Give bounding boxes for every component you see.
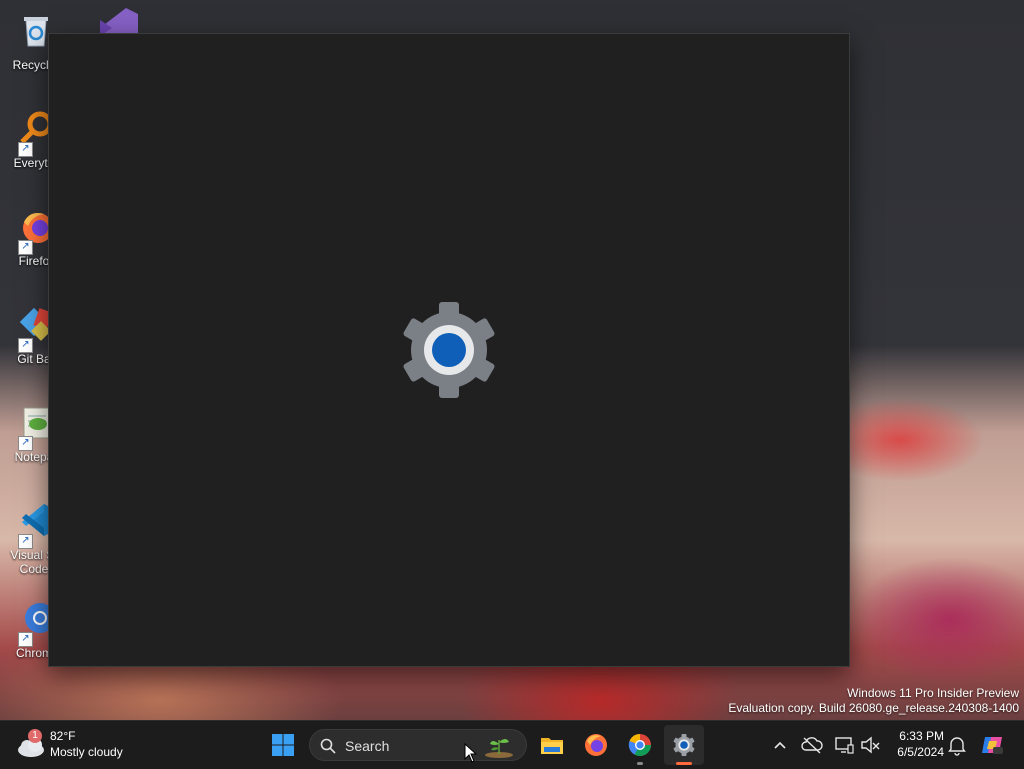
mouse-pointer-icon (464, 743, 478, 763)
settings-window-loading[interactable] (48, 33, 850, 667)
folder-icon (541, 738, 563, 754)
copilot-icon[interactable] (980, 733, 1004, 757)
weather-temperature: 82°F (50, 729, 76, 743)
windows-watermark: Windows 11 Pro Insider Preview Evaluatio… (728, 686, 1019, 716)
shortcut-arrow-icon: ↗ (18, 436, 33, 451)
taskbar-settings[interactable] (664, 725, 704, 765)
weather-condition: Mostly cloudy (50, 745, 123, 759)
search-placeholder: Search (345, 738, 390, 754)
weather-alert-badge: 1 (28, 729, 42, 743)
windows-logo-icon (272, 734, 294, 756)
notification-bell-icon[interactable] (945, 733, 969, 757)
taskbar-clock[interactable]: 6:33 PM 6/5/2024 (880, 728, 944, 760)
weather-widget[interactable]: 1 82°F Mostly cloudy (16, 727, 156, 763)
running-indicator (637, 762, 643, 765)
shortcut-arrow-icon: ↗ (18, 632, 33, 647)
shortcut-arrow-icon: ↗ (18, 534, 33, 549)
network-icon[interactable] (832, 733, 856, 757)
taskbar: 1 82°F Mostly cloudy Search 6:33 PM 6/5/… (0, 720, 1024, 769)
volume-mute-icon[interactable] (858, 733, 882, 757)
taskbar-chromium[interactable] (620, 725, 660, 765)
chevron-up-icon[interactable] (768, 733, 792, 757)
taskbar-file-explorer[interactable] (532, 725, 572, 765)
settings-gear-icon (673, 734, 695, 756)
taskbar-firefox[interactable] (576, 725, 616, 765)
taskbar-search-box[interactable]: Search (309, 729, 527, 761)
search-highlight-plant-icon (485, 739, 513, 758)
search-icon (320, 738, 336, 754)
watermark-edition: Windows 11 Pro Insider Preview (847, 686, 1019, 700)
cloud-offline-icon[interactable] (800, 733, 824, 757)
clock-time: 6:33 PM (899, 729, 944, 743)
chromium-icon (628, 733, 651, 756)
firefox-icon (585, 734, 607, 756)
shortcut-arrow-icon: ↗ (18, 338, 33, 353)
watermark-build: Evaluation copy. Build 26080.ge_release.… (728, 701, 1019, 715)
desktop: Recycle ↗ Everyth ↗ Firefo ↗ Git Ba ↗ No… (0, 0, 1024, 720)
shortcut-arrow-icon: ↗ (18, 240, 33, 255)
active-indicator (676, 762, 692, 765)
clock-date: 6/5/2024 (897, 745, 944, 759)
start-button[interactable] (263, 725, 303, 765)
settings-gear-icon (403, 302, 495, 398)
visual-studio-icon[interactable] (96, 6, 140, 36)
shortcut-arrow-icon: ↗ (18, 142, 33, 157)
